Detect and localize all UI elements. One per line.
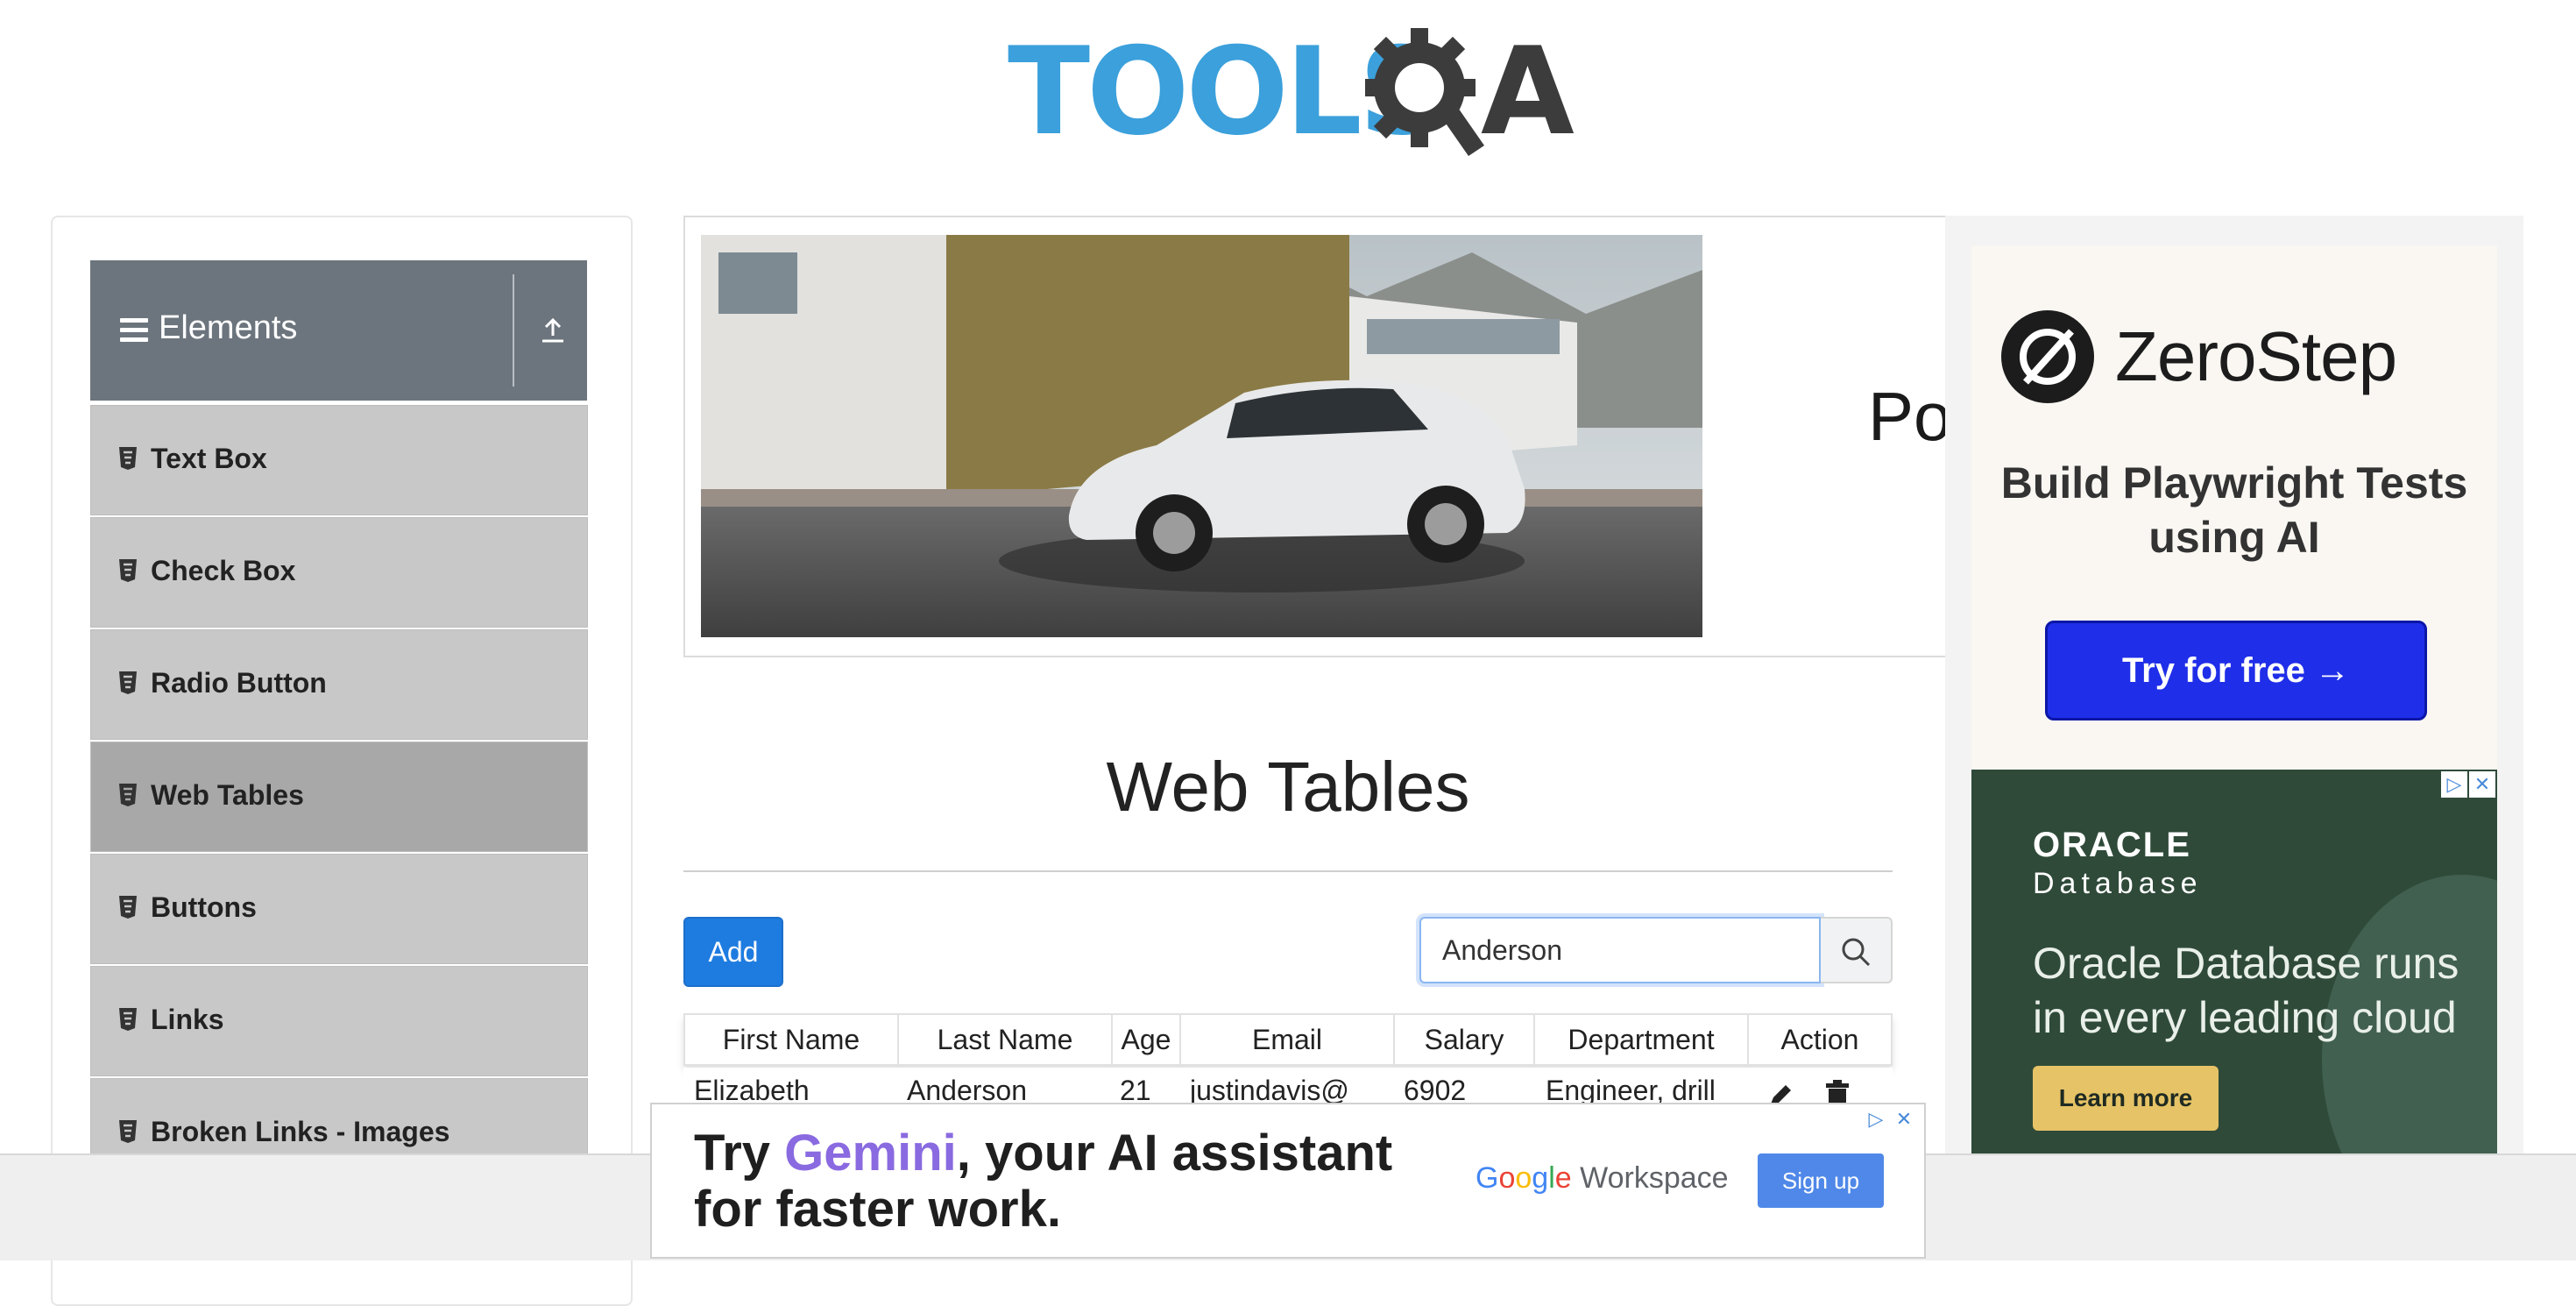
table-header: First Name Last Name Age Email Salary De… [683, 1013, 1893, 1066]
oracle-database-ad[interactable]: ▷ ✕ ORACLE Database Oracle Database runs… [1971, 770, 2497, 1155]
sidebar-item-label: Radio Button [151, 667, 327, 699]
column-header-first-name[interactable]: First Name [685, 1015, 899, 1064]
search-button[interactable] [1821, 917, 1893, 983]
hamburger-icon [120, 318, 148, 342]
column-header-department[interactable]: Department [1535, 1015, 1749, 1064]
headline-prefix: Try [694, 1125, 785, 1182]
oracle-brand: ORACLE [2033, 826, 2191, 864]
oracle-copy: Oracle Database runs in every leading cl… [2033, 939, 2459, 1042]
cell-age: 21 [1120, 1075, 1151, 1103]
sidebar-item-web-tables[interactable]: Web Tables [90, 742, 588, 852]
google-letter: e [1554, 1161, 1572, 1195]
search-input[interactable] [1419, 917, 1821, 983]
column-header-salary[interactable]: Salary [1395, 1015, 1535, 1064]
cell-department: Engineer, drill [1546, 1075, 1716, 1103]
ad-info-icon[interactable]: ▷ [2441, 771, 2467, 798]
sidebar-item-label: Web Tables [151, 779, 304, 811]
gear-magnifier-icon [1365, 28, 1484, 156]
toolsqa-logo[interactable]: TOOLS A [1008, 21, 1575, 162]
html5-icon [119, 784, 137, 806]
ad-info-icon[interactable]: ▷ [1863, 1106, 1889, 1132]
gemini-headline: Try Gemini, your AI assistant for faster… [694, 1125, 1483, 1238]
title-divider [683, 870, 1893, 872]
sidebar-item-buttons[interactable]: Buttons [90, 854, 588, 964]
cell-email: justindavis@ [1190, 1075, 1349, 1103]
table-row: Elizabeth Anderson 21 justindavis@ 6902 … [683, 1068, 1893, 1103]
column-header-last-name[interactable]: Last Name [899, 1015, 1113, 1064]
zerostep-logo-icon [2001, 310, 2094, 403]
headline-suffix: , your AI assistant [956, 1125, 1393, 1182]
cell-last-name: Anderson [907, 1075, 1027, 1103]
headline-line2: for faster work. [694, 1181, 1061, 1238]
elements-group-header[interactable]: Elements [90, 260, 587, 401]
column-header-action: Action [1780, 1024, 1859, 1055]
sidebar-item-label: Check Box [151, 555, 296, 586]
car-ad-image[interactable] [701, 235, 1702, 637]
banner-partial-text: Po [1868, 378, 1952, 455]
sidebar-item-links[interactable]: Links [90, 966, 588, 1076]
gemini-brand: Gemini [784, 1125, 957, 1182]
html5-icon [119, 559, 137, 582]
ad-close-icon[interactable]: ✕ [2469, 771, 2495, 798]
ad-choices[interactable]: ▷ ✕ [1863, 1106, 1917, 1132]
google-letter: g [1532, 1161, 1549, 1195]
html5-icon [119, 671, 137, 694]
html5-icon [119, 1120, 137, 1143]
sidebar-item-label: Links [151, 1004, 224, 1035]
edit-pencil-icon[interactable] [1766, 1083, 1793, 1103]
logo-a: A [1481, 21, 1575, 162]
google-letter: G [1476, 1161, 1499, 1195]
try-for-free-button[interactable]: Try for free → [2045, 621, 2427, 720]
oracle-product: Database [2033, 867, 2203, 900]
delete-trash-icon[interactable] [1824, 1080, 1851, 1103]
cell-salary: 6902 [1404, 1075, 1467, 1103]
sidebar-item-text-box[interactable]: Text Box [90, 405, 588, 515]
ad-close-icon[interactable]: ✕ [1891, 1106, 1917, 1132]
sidebar-item-check-box[interactable]: Check Box [90, 517, 588, 628]
zerostep-tagline: Build Playwright Tests using AI [2000, 458, 2468, 562]
page-title: Web Tables [1106, 748, 1470, 826]
sidebar-item-radio-button[interactable]: Radio Button [90, 629, 588, 740]
header-divider [513, 274, 514, 387]
group-title: Elements [159, 309, 298, 346]
gemini-ad[interactable]: ▷ ✕ Try Gemini, your AI assistant for fa… [650, 1103, 1926, 1259]
collapse-upload-icon[interactable] [537, 315, 569, 346]
html5-icon [119, 1008, 137, 1031]
google-letter: o [1498, 1161, 1516, 1195]
google-workspace-logo: Google Workspace [1476, 1159, 1729, 1197]
cell-first-name: Elizabeth [694, 1075, 810, 1103]
ad-choices[interactable]: ▷ ✕ [2441, 771, 2495, 798]
zerostep-ad[interactable]: ZeroStep Build Playwright Tests using AI… [1971, 245, 2497, 771]
zerostep-name: ZeroStep [2115, 317, 2397, 395]
column-header-email[interactable]: Email [1181, 1015, 1395, 1064]
sidebar-item-label: Buttons [151, 891, 257, 923]
google-letter: o [1515, 1161, 1532, 1195]
workspace-word: Workspace [1571, 1161, 1729, 1195]
sidebar-item-label: Text Box [151, 443, 267, 474]
learn-more-button[interactable]: Learn more [2033, 1066, 2219, 1131]
sidebar-item-label: Broken Links - Images [151, 1116, 450, 1147]
column-header-age[interactable]: Age [1113, 1015, 1181, 1064]
html5-icon [119, 896, 137, 919]
html5-icon [119, 447, 137, 470]
google-letter: l [1548, 1161, 1555, 1195]
sign-up-button[interactable]: Sign up [1758, 1153, 1884, 1208]
add-button[interactable]: Add [683, 917, 783, 987]
search-icon [1842, 938, 1871, 967]
